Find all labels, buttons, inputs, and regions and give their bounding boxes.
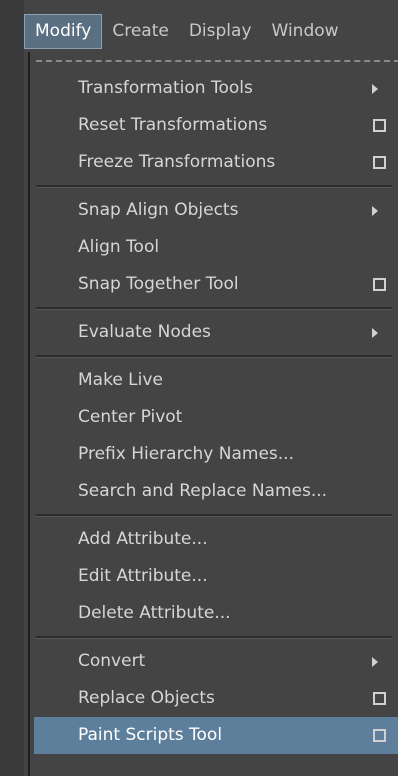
menu-item-search-and-replace-names[interactable]: Search and Replace Names... [30,473,398,510]
menu-item-convert[interactable]: Convert [30,643,398,680]
menu-item-label: Transformation Tools [78,78,253,98]
option-box-icon[interactable] [373,156,386,169]
menu-separator [36,307,392,310]
menu-item-reset-transformations[interactable]: Reset Transformations [30,107,398,144]
menu-item-prefix-hierarchy-names[interactable]: Prefix Hierarchy Names... [30,436,398,473]
menu-item-delete-attribute[interactable]: Delete Attribute... [30,595,398,632]
menu-item-snap-align-objects[interactable]: Snap Align Objects [30,192,398,229]
menu-item-center-pivot[interactable]: Center Pivot [30,399,398,436]
menu-item-label: Evaluate Nodes [78,322,211,342]
menu-item-label: Center Pivot [78,407,183,427]
menu-item-snap-together-tool[interactable]: Snap Together Tool [30,266,398,303]
menubar-item-create[interactable]: Create [102,14,179,49]
menu-item-align-tool[interactable]: Align Tool [30,229,398,266]
menu-item-label: Convert [78,651,146,671]
menubar-item-modify[interactable]: Modify [24,14,103,49]
menu-item-label: Delete Attribute... [78,603,231,623]
submenu-arrow-icon [372,328,378,338]
menubar: Modify Create Display Window [24,14,398,49]
background-app-strip [0,0,24,776]
menu-item-edit-attribute[interactable]: Edit Attribute... [30,558,398,595]
submenu-arrow-icon [372,84,378,94]
option-box-icon[interactable] [373,278,386,291]
menu-item-evaluate-nodes[interactable]: Evaluate Nodes [30,314,398,351]
menu-item-label: Paint Scripts Tool [78,725,223,745]
menu-item-label: Search and Replace Names... [78,481,328,501]
menu-item-transformation-tools[interactable]: Transformation Tools [30,70,398,107]
tear-off-handle[interactable] [30,52,398,70]
submenu-arrow-icon [372,206,378,216]
menu-item-paint-scripts-tool[interactable]: Paint Scripts Tool [34,717,398,754]
menu-item-label: Freeze Transformations [78,152,276,172]
menu-item-freeze-transformations[interactable]: Freeze Transformations [30,144,398,181]
menu-item-label: Align Tool [78,237,160,257]
option-box-icon[interactable] [373,729,386,742]
menu-item-add-attribute[interactable]: Add Attribute... [30,521,398,558]
submenu-arrow-icon [372,657,378,667]
menu-item-label: Add Attribute... [78,529,208,549]
menu-separator [36,636,392,639]
option-box-icon[interactable] [373,119,386,132]
menu-item-label: Snap Align Objects [78,200,239,220]
menu-item-make-live[interactable]: Make Live [30,362,398,399]
menu-separator [36,355,392,358]
menu-item-label: Prefix Hierarchy Names... [78,444,294,464]
menu-item-label: Replace Objects [78,688,215,708]
menu-item-label: Edit Attribute... [78,566,208,586]
menu-item-label: Snap Together Tool [78,274,239,294]
menu-item-replace-objects[interactable]: Replace Objects [30,680,398,717]
menu-separator [36,185,392,188]
menu-separator [36,514,392,517]
menubar-item-window[interactable]: Window [262,14,349,49]
menu-item-label: Reset Transformations [78,115,268,135]
menubar-item-display[interactable]: Display [179,14,262,49]
option-box-icon[interactable] [373,692,386,705]
menu-item-label: Make Live [78,370,163,390]
modify-dropdown-menu: Transformation Tools Reset Transformatio… [28,52,398,776]
